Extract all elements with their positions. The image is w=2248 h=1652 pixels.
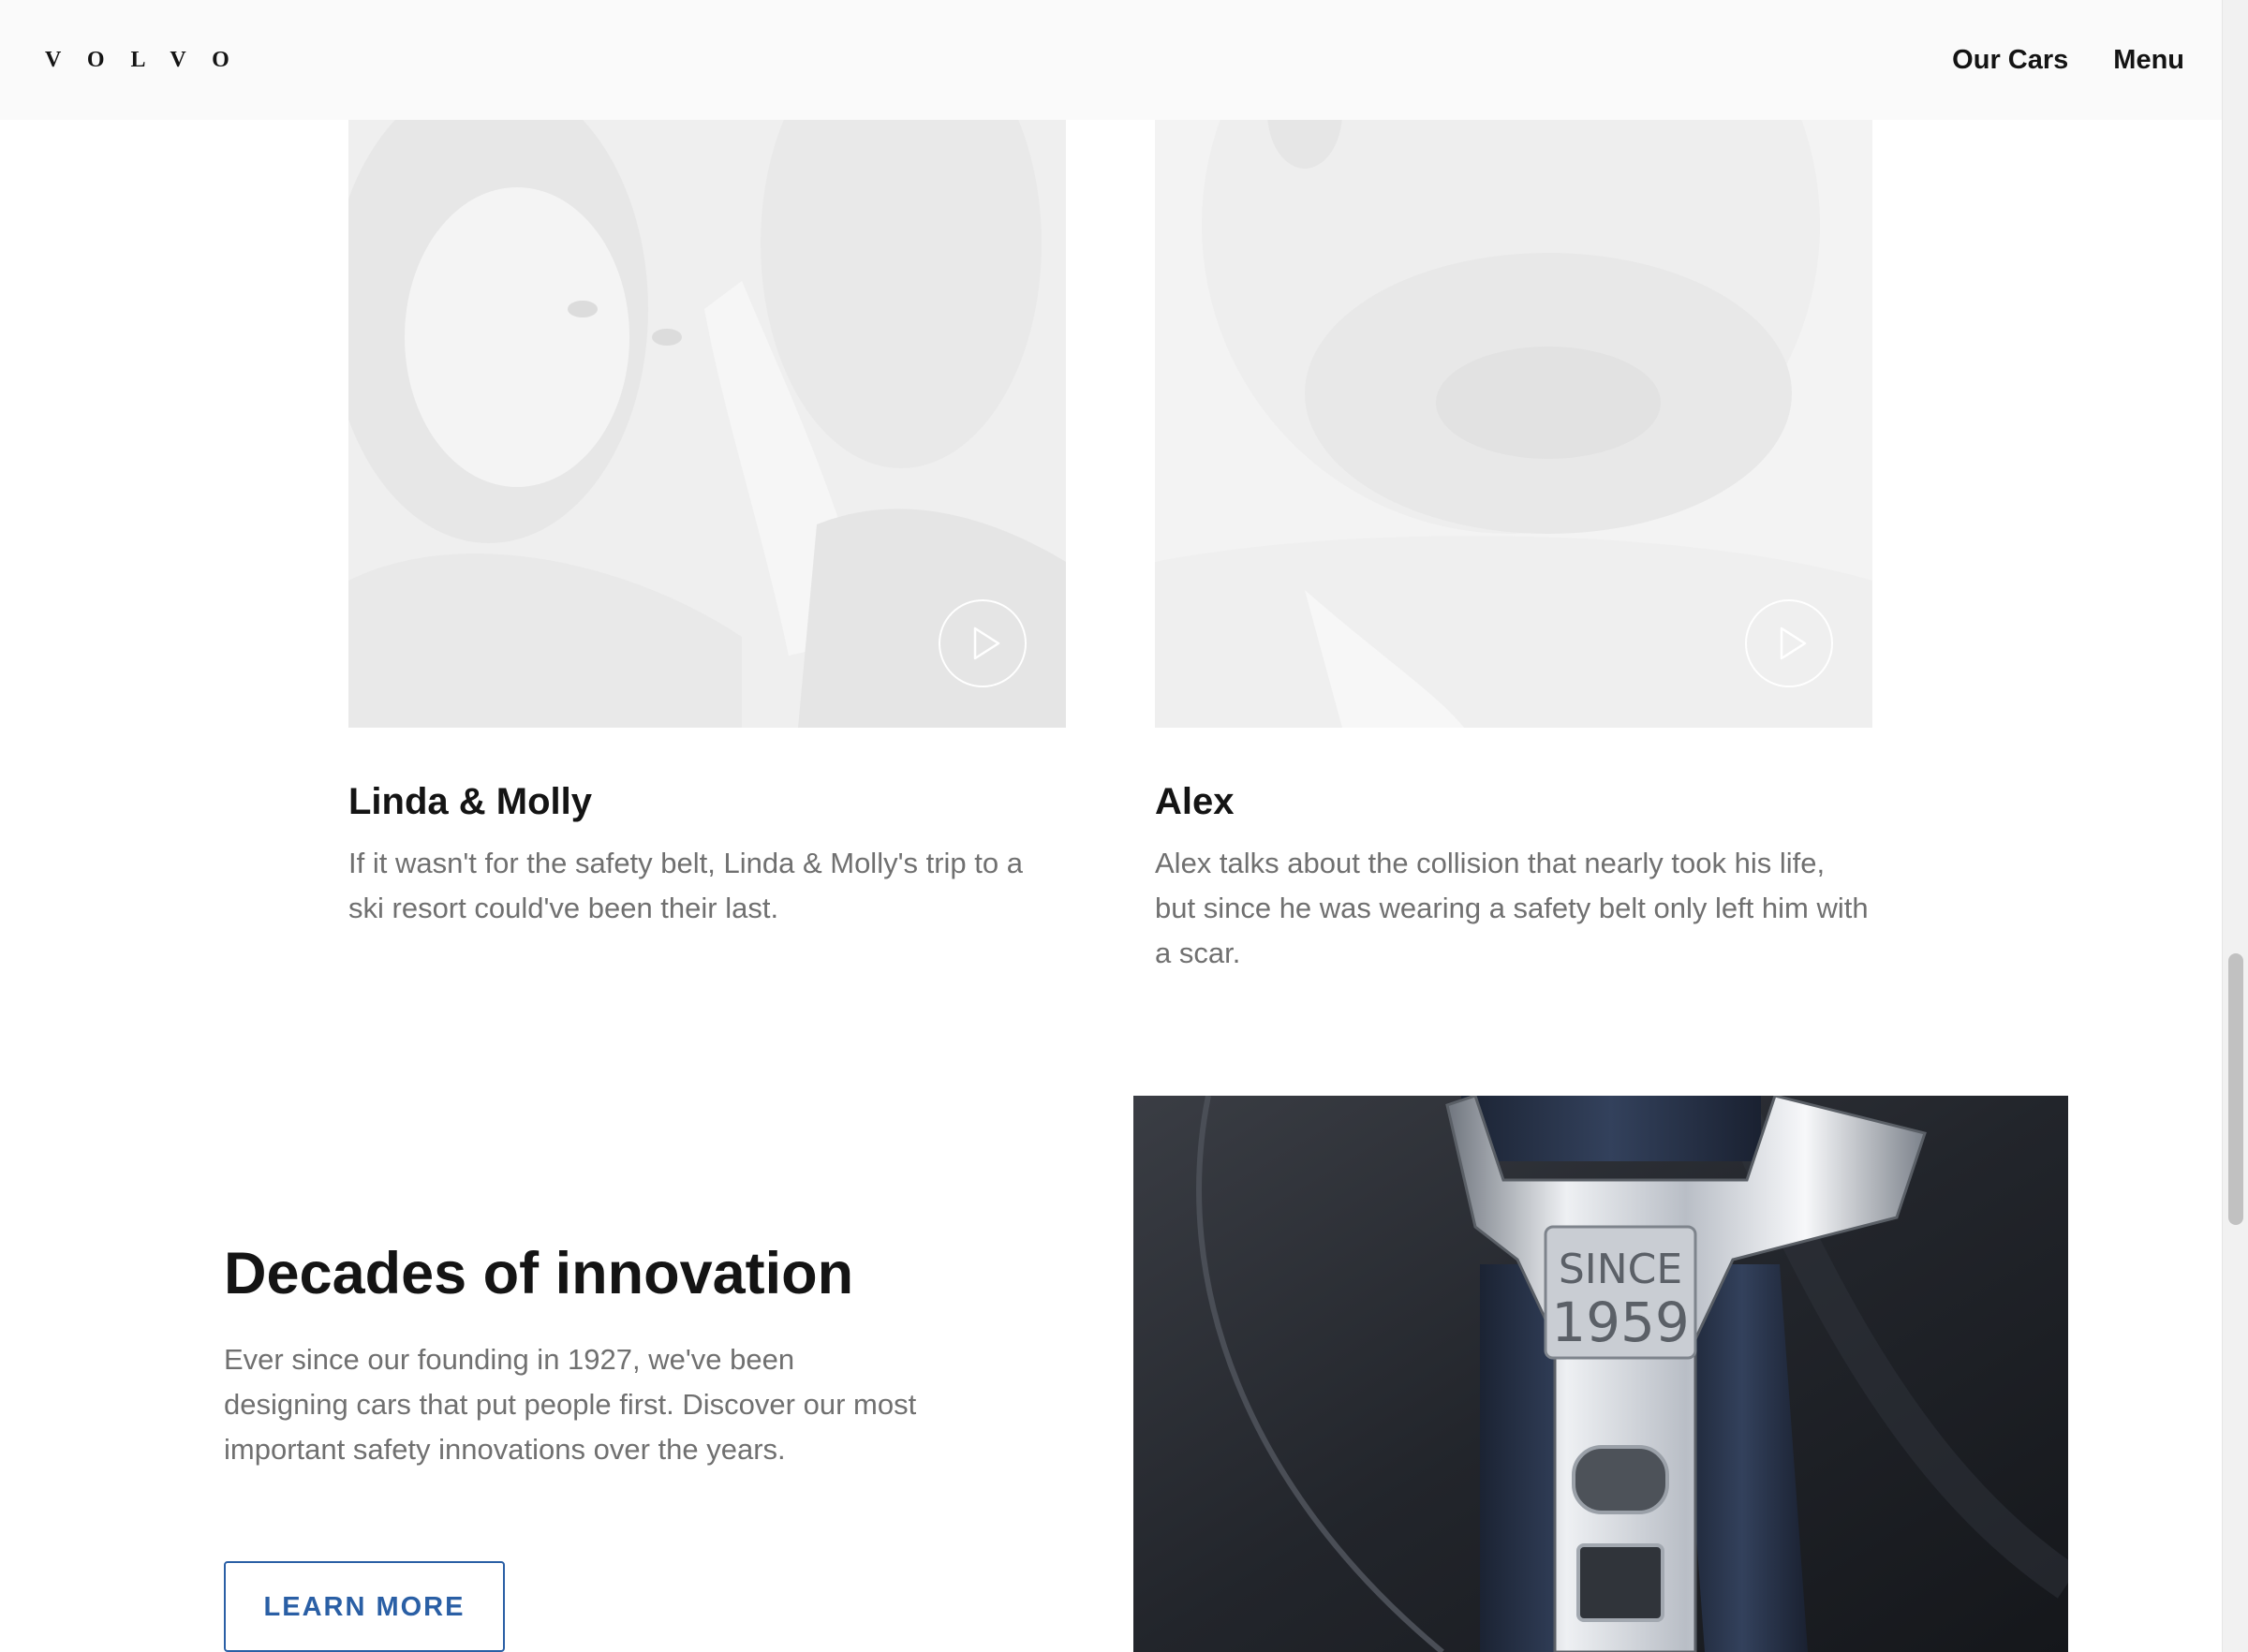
innovation-description: Ever since our founding in 1927, we've b… [224, 1343, 917, 1466]
story-title: Linda & Molly [348, 781, 592, 822]
story-title: Alex [1155, 781, 1235, 822]
story-description: If it wasn't for the safety belt, Linda … [348, 847, 1023, 924]
page: VOLVO Our Cars Menu Linda & Molly If it … [0, 0, 2248, 1652]
site-header: VOLVO Our Cars Menu [0, 0, 2222, 120]
nav-our-cars-link[interactable]: Our Cars [1952, 41, 2068, 79]
play-icon [973, 627, 1000, 660]
play-button-linda-molly[interactable] [939, 599, 1027, 687]
volvo-logo[interactable]: VOLVO [45, 47, 256, 73]
top-nav: Our Cars Menu [1952, 41, 2184, 79]
seatbelt-buckle-illustration: SINCE 1959 [1133, 1096, 2068, 1652]
nav-menu-link[interactable]: Menu [2113, 41, 2184, 79]
story-description: Alex talks about the collision that near… [1155, 847, 1869, 969]
innovation-heading: Decades of innovation [224, 1241, 854, 1306]
play-button-alex[interactable] [1745, 599, 1833, 687]
buckle-year-text: 1959 [1551, 1291, 1690, 1354]
scrollbar-thumb[interactable] [2228, 953, 2243, 1225]
buckle-since-text: SINCE [1559, 1246, 1682, 1293]
learn-more-button[interactable]: LEARN MORE [224, 1561, 505, 1652]
play-icon [1780, 627, 1807, 660]
page-scrollbar[interactable] [2222, 0, 2248, 1652]
seatbelt-buckle-image: SINCE 1959 [1133, 1096, 2068, 1652]
